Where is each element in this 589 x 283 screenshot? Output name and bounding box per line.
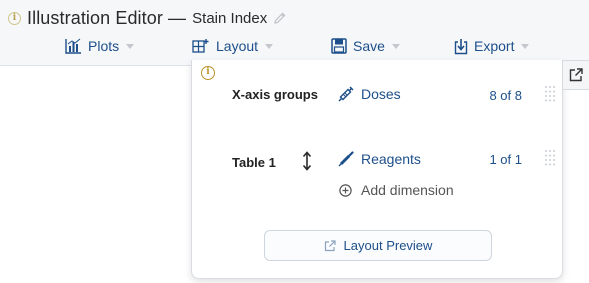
plots-label: Plots: [88, 38, 120, 54]
add-dimension-label: Add dimension: [361, 182, 454, 198]
save-menu-button[interactable]: Save: [331, 34, 406, 58]
dimension-label: Doses: [361, 86, 401, 102]
count-label: 1 of 1: [489, 152, 522, 167]
dimension-reagents[interactable]: Reagents: [338, 151, 421, 167]
add-dimension-button[interactable]: Add dimension: [339, 182, 454, 198]
pencil-icon[interactable]: [273, 11, 287, 25]
popout-button[interactable]: [562, 60, 589, 90]
plots-menu-button[interactable]: Plots: [65, 34, 140, 58]
popout-icon: [569, 68, 583, 82]
dimension-doses[interactable]: Doses: [338, 86, 401, 102]
chevron-down-icon: [521, 43, 530, 49]
layout-preview-button[interactable]: Layout Preview: [264, 230, 492, 261]
export-menu-button[interactable]: Export: [454, 34, 535, 58]
layout-preview-label: Layout Preview: [343, 238, 433, 253]
vertical-arrows-icon[interactable]: [302, 151, 312, 171]
drag-grip-icon[interactable]: [544, 149, 556, 167]
count-label: 8 of 8: [489, 88, 522, 103]
chevron-down-icon: [391, 43, 400, 49]
chevron-down-icon: [126, 43, 135, 49]
editor-header: i Illustration Editor — Stain Index Plot…: [0, 0, 589, 66]
toolbar: Plots Layout Save Export: [0, 34, 589, 58]
title-row: i Illustration Editor — Stain Index: [8, 7, 287, 29]
drag-grip-icon[interactable]: [544, 85, 556, 103]
floppy-disk-icon: [331, 38, 347, 54]
export-label: Export: [474, 38, 515, 54]
pipette-icon: [338, 151, 354, 167]
chevron-down-icon: [265, 43, 274, 49]
export-icon: [454, 38, 468, 54]
info-icon[interactable]: i: [201, 66, 215, 80]
layout-label: Layout: [216, 38, 259, 54]
layout-grid-icon: [192, 39, 209, 53]
layout-menu-button[interactable]: Layout: [192, 34, 279, 58]
plots-icon: [65, 38, 81, 54]
document-name[interactable]: Stain Index: [192, 10, 267, 27]
syringe-icon: [338, 86, 354, 102]
row-label-x-axis-groups: X-axis groups: [232, 87, 318, 102]
layout-panel: i X-axis groups Doses 8 of 8 Table 1 Rea…: [191, 60, 563, 279]
plus-circle-icon: [339, 183, 352, 197]
external-link-icon: [324, 239, 336, 251]
save-label: Save: [353, 38, 385, 54]
app-title: Illustration Editor —: [27, 7, 187, 28]
row-label-table-1: Table 1: [232, 155, 276, 170]
illustration-editor: i Illustration Editor — Stain Index Plot…: [0, 0, 589, 283]
dimension-label: Reagents: [361, 151, 421, 167]
title-info-icon[interactable]: i: [8, 11, 21, 25]
